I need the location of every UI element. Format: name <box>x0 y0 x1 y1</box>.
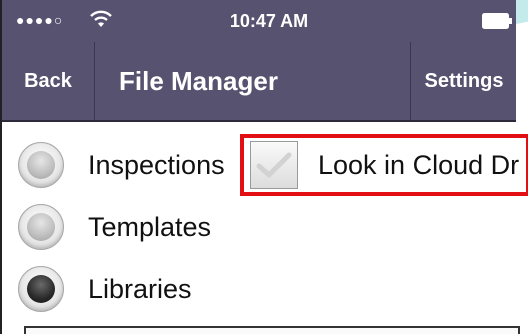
file-list-box[interactable] <box>24 326 520 334</box>
navigation-bar: Back File Manager Settings <box>2 42 516 122</box>
option-templates[interactable]: Templates <box>18 202 211 252</box>
option-libraries[interactable]: Libraries <box>18 264 192 314</box>
radio-off-indicator <box>27 213 55 241</box>
libraries-label: Libraries <box>88 273 192 304</box>
app-screen: ●●●●○ 10:47 AM Back File Manager Setting… <box>0 0 528 334</box>
templates-radio[interactable] <box>18 204 64 250</box>
status-time: 10:47 AM <box>229 11 309 31</box>
checkmark-icon <box>256 152 292 178</box>
cloud-drive-checkbox[interactable] <box>250 141 298 189</box>
templates-label: Templates <box>88 211 212 242</box>
radio-on-indicator <box>27 275 55 303</box>
battery-icon <box>482 13 512 29</box>
inspections-radio[interactable] <box>18 142 64 188</box>
cloud-drive-label: Look in Cloud Dr <box>318 149 520 180</box>
libraries-radio[interactable] <box>18 266 64 312</box>
inspections-label: Inspections <box>88 149 225 180</box>
radio-off-indicator <box>27 151 55 179</box>
option-inspections[interactable]: Inspections <box>18 140 225 190</box>
settings-button[interactable]: Settings <box>410 42 517 120</box>
back-button[interactable]: Back <box>2 42 95 120</box>
page-title: File Manager <box>119 66 278 96</box>
phone-frame: ●●●●○ 10:47 AM Back File Manager Setting… <box>0 0 528 334</box>
cloud-drive-option-highlight[interactable]: Look in Cloud Dr <box>240 134 528 196</box>
status-bar: ●●●●○ 10:47 AM <box>2 0 516 42</box>
